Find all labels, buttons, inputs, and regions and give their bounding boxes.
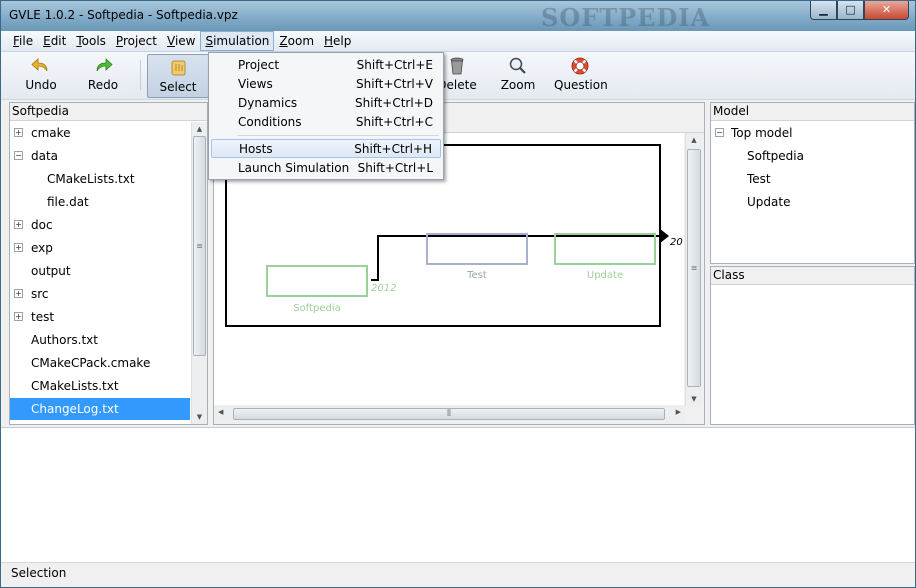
scroll-left-arrow[interactable]: ◀ [218, 408, 223, 416]
tree-item-changelog[interactable]: ChangeLog.txt [10, 398, 190, 420]
expand-icon[interactable]: + [14, 220, 23, 229]
menu-tools[interactable]: Tools [71, 31, 111, 51]
undo-icon [31, 58, 48, 72]
menu-item-views[interactable]: Views Shift+Ctrl+V [211, 75, 441, 94]
redo-button[interactable]: Redo [83, 56, 123, 96]
expand-icon[interactable]: + [14, 312, 23, 321]
model-label-update: Update [586, 270, 624, 281]
file-tree-scrollbar[interactable]: ▲ ≡ ▼ [191, 122, 207, 424]
scroll-up-arrow[interactable]: ▲ [192, 122, 207, 136]
file-tree-header: Softpedia [10, 103, 207, 121]
tree-item-softpedia[interactable]: Softpedia [711, 145, 911, 167]
tree-item-file-dat[interactable]: file.dat [10, 191, 190, 213]
tree-item-src[interactable]: + src [10, 283, 190, 305]
tree-item-test[interactable]: + test [10, 306, 190, 328]
menu-item-hosts[interactable]: Hosts Shift+Ctrl+H [211, 139, 441, 158]
menu-file[interactable]: File [8, 31, 38, 51]
title-bar: SOFTPEDIA GVLE 1.0.2 - Softpedia - Softp… [1, 1, 915, 32]
expand-icon[interactable]: + [14, 289, 23, 298]
undo-button[interactable]: Undo [21, 56, 61, 96]
model-box-test[interactable] [426, 233, 528, 265]
close-button[interactable]: ✕ [864, 1, 909, 20]
menu-item-dynamics[interactable]: Dynamics Shift+Ctrl+D [211, 94, 441, 113]
tree-item-doc[interactable]: + doc [10, 214, 190, 236]
scroll-right-arrow[interactable]: ▶ [676, 408, 681, 416]
tree-item-data[interactable]: − data [10, 145, 190, 167]
redo-icon [96, 58, 113, 72]
tree-item-update[interactable]: Update [711, 191, 911, 213]
file-tree: + cmake − data CMakeLists.txt file.dat +… [10, 122, 190, 424]
menu-item-project[interactable]: Project Shift+Ctrl+E [211, 56, 441, 75]
diagram-hscrollbar[interactable]: ◀ ⦀ ▶ [214, 406, 685, 423]
scrollbar-thumb[interactable]: ≡ [193, 136, 206, 356]
question-button[interactable]: Question [554, 56, 608, 96]
status-bar: Selection [1, 562, 915, 587]
menu-view[interactable]: View [162, 31, 200, 51]
menu-item-launch-simulation[interactable]: Launch Simulation Shift+Ctrl+L [211, 159, 441, 178]
menu-help[interactable]: Help [319, 31, 356, 51]
model-panel-header: Model [711, 103, 914, 121]
menu-item-conditions[interactable]: Conditions Shift+Ctrl+C [211, 113, 441, 132]
file-tree-panel: Softpedia + cmake − data CMakeLists.txt … [9, 102, 208, 425]
scrollbar-thumb[interactable]: ≡ [687, 149, 701, 387]
menu-simulation[interactable]: Simulation [200, 31, 275, 51]
window-title: GVLE 1.0.2 - Softpedia - Softpedia.vpz [9, 8, 238, 22]
model-box-softpedia[interactable] [266, 265, 368, 297]
tree-item-output[interactable]: output [10, 260, 190, 282]
output-port-arrow [659, 228, 669, 244]
class-panel: Class [710, 266, 915, 425]
status-text: Selection [11, 566, 67, 580]
tree-item-cmake[interactable]: + cmake [10, 122, 190, 144]
class-panel-header: Class [711, 267, 914, 285]
trash-icon [450, 57, 464, 75]
tree-item-test-model[interactable]: Test [711, 168, 911, 190]
select-button[interactable]: Select [147, 54, 209, 98]
maximize-button[interactable]: □ [837, 1, 864, 20]
tree-item-cmakelists[interactable]: CMakeLists.txt [10, 375, 190, 397]
toolbar: Undo Redo Select Delete Zoom Question [1, 52, 915, 100]
hand-pointer-icon [171, 60, 186, 76]
minimize-button[interactable]: ▁ [810, 1, 837, 20]
menu-edit[interactable]: Edit [38, 31, 71, 51]
collapse-icon[interactable]: − [14, 151, 23, 160]
watermark: SOFTPEDIA [541, 3, 711, 32]
scroll-down-arrow[interactable]: ▼ [192, 410, 207, 424]
menu-project[interactable]: Project [111, 31, 162, 51]
expand-icon[interactable]: + [14, 128, 23, 137]
port-label-20: 20 [670, 237, 683, 248]
tree-item-authors[interactable]: Authors.txt [10, 329, 190, 351]
tree-item-data-cmakelists[interactable]: CMakeLists.txt [10, 168, 190, 190]
lifebuoy-icon [571, 57, 589, 75]
scroll-down-arrow[interactable]: ▼ [686, 392, 702, 406]
zoom-button[interactable]: Zoom [498, 56, 538, 96]
port-label-2012: 2012 [371, 283, 397, 294]
collapse-icon[interactable]: − [715, 128, 724, 137]
scroll-up-arrow[interactable]: ▲ [686, 133, 702, 147]
model-label-test: Test [467, 270, 487, 281]
magnifier-icon [509, 57, 526, 74]
toolbar-separator [140, 60, 141, 90]
menu-bar: File Edit Tools Project View Simulation … [1, 31, 915, 52]
tree-item-cmakecpack[interactable]: CMakeCPack.cmake [10, 352, 190, 374]
output-area [1, 427, 915, 562]
model-label-softpedia: Softpedia [293, 303, 341, 314]
tree-item-top-model[interactable]: − Top model [711, 122, 911, 144]
app-window: SOFTPEDIA GVLE 1.0.2 - Softpedia - Softp… [0, 0, 916, 588]
model-box-update[interactable] [554, 233, 656, 265]
tree-item-exp[interactable]: + exp [10, 237, 190, 259]
simulation-menu: Project Shift+Ctrl+E Views Shift+Ctrl+V Dy… [208, 52, 444, 180]
expand-icon[interactable]: + [14, 243, 23, 252]
menu-separator [237, 135, 439, 136]
menu-zoom[interactable]: Zoom [274, 31, 319, 51]
model-panel: Model − Top model Softpedia Test Update [710, 102, 915, 264]
scrollbar-thumb[interactable]: ⦀ [233, 408, 665, 420]
diagram-vscrollbar[interactable]: ▲ ≡ ▼ [685, 133, 702, 406]
